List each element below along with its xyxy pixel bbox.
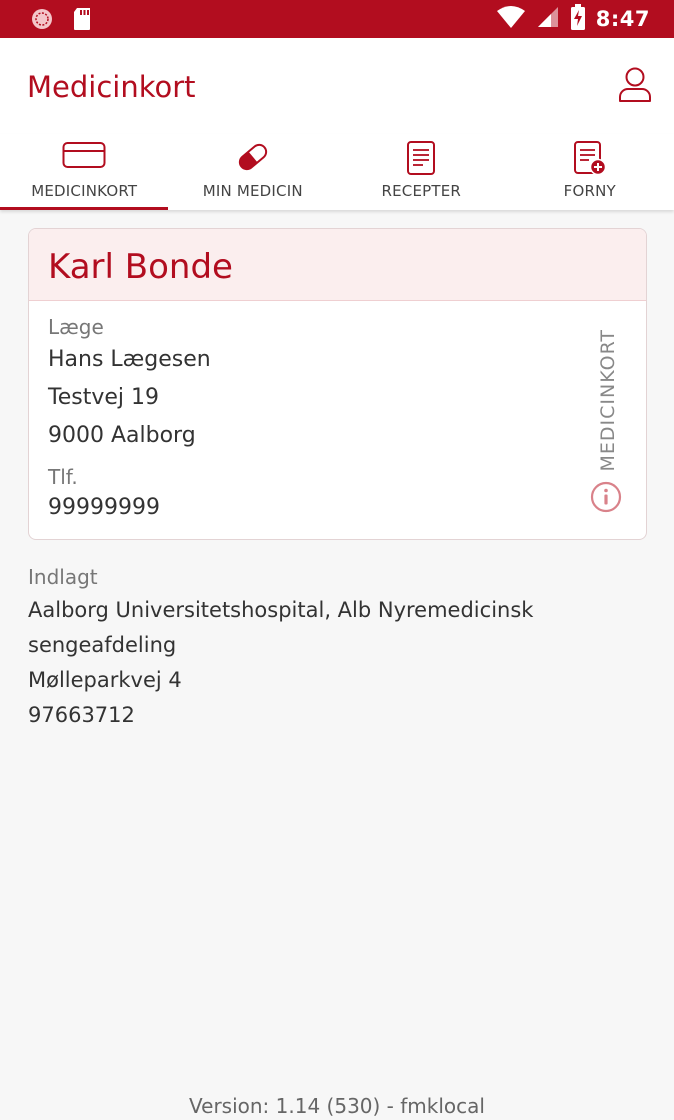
status-bar: 8:47 [0,0,674,38]
signal-icon [536,5,560,33]
tab-medicinkort[interactable]: MEDICINKORT [0,134,169,210]
tab-min-medicin[interactable]: MIN MEDICIN [169,134,338,210]
version-text: Version: 1.14 (530) - fmklocal [189,1094,485,1118]
medicine-card[interactable]: Karl Bonde Læge Hans Lægesen Testvej 19 … [28,228,647,540]
info-button[interactable] [590,481,622,513]
renew-prescription-icon [573,140,607,180]
doctor-city: 9000 Aalborg [48,423,196,448]
doctor-info: Læge Hans Lægesen Testvej 19 9000 Aalbor… [48,315,211,525]
admission-info: Indlagt Aalborg Universitetshospital, Al… [28,565,674,733]
app-notification-icon [30,7,54,35]
phone-label: Tlf. [48,465,78,489]
card-header: Karl Bonde [29,229,646,301]
doctor-label: Læge [48,315,104,339]
tab-recepter[interactable]: RECEPTER [337,134,506,210]
hospital-phone: 97663712 [28,703,135,727]
hospital-name: Aalborg Universitetshospital, Alb Nyreme… [28,598,534,657]
doctor-street: Testvej 19 [48,385,159,410]
wifi-icon [496,5,526,33]
card-side-label: MEDICINKORT [597,329,619,472]
active-tab-indicator [0,207,168,210]
app-bar: Medicinkort [0,38,674,134]
tab-forny[interactable]: FORNY [506,134,674,210]
tab-label: MIN MEDICIN [202,182,303,200]
doctor-name: Hans Lægesen [48,347,211,372]
patient-name: Karl Bonde [48,247,233,287]
tab-bar: MEDICINKORT MIN MEDICIN RECEPTER FORNY [0,134,674,210]
prescription-icon [406,140,436,180]
profile-button[interactable] [618,66,652,102]
doctor-phone: 99999999 [48,495,160,520]
tab-label: MEDICINKORT [31,182,138,200]
sd-card-icon [72,7,92,35]
pill-icon [235,140,271,178]
person-icon [619,67,651,102]
page-title: Medicinkort [27,70,196,104]
tab-label: RECEPTER [381,182,462,200]
tab-label: FORNY [563,182,616,200]
battery-charging-icon [570,4,586,34]
hospital-street: Mølleparkvej 4 [28,668,182,692]
info-icon [590,481,622,513]
admission-label: Indlagt [28,565,98,589]
status-time: 8:47 [595,7,650,31]
card-icon [62,140,106,174]
